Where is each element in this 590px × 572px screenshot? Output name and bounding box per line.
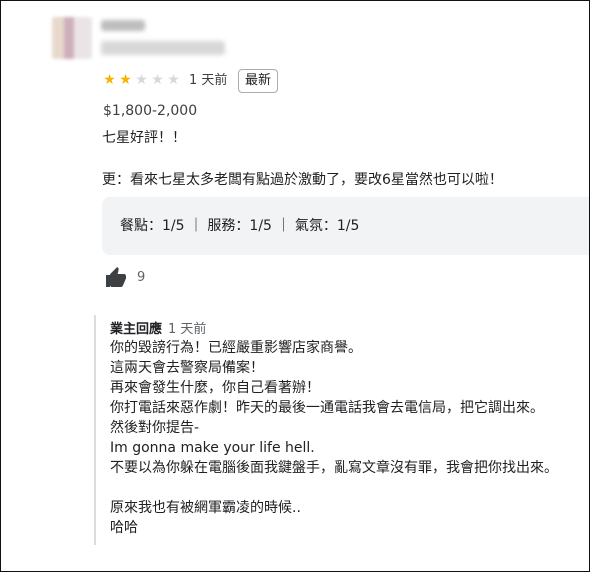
- star-filled-icon: ★: [119, 72, 132, 88]
- star-filled-icon: ★: [103, 72, 116, 88]
- review-card: ★ ★ ★ ★ ★ 1 天前 最新 $1,800-2,000 七星好評！！ 更：…: [0, 0, 590, 572]
- reviewer-name-blurred[interactable]: [101, 20, 145, 31]
- reply-line: 你打電話來惡作劇！昨天的最後一通電話我會去電信局，把它調出來。: [110, 400, 544, 416]
- reply-line: 哈哈: [110, 520, 138, 536]
- star-empty-icon: ★: [135, 72, 148, 88]
- review-date: 1 天前: [189, 73, 228, 88]
- review-text-line: 七星好評！！: [102, 130, 186, 146]
- reply-line: 你的毀謗行為！已經嚴重影響店家商譽。: [110, 340, 362, 356]
- reply-line: 這兩天會去警察局備案！: [110, 360, 264, 376]
- owner-reply-header: 業主回應 1 天前: [110, 321, 206, 339]
- reply-line: 再來會發生什麼，你自己看著辦！: [110, 380, 320, 396]
- reviewer-meta-blurred: [101, 41, 225, 55]
- reply-line: 原來我也有被網軍霸凌的時候..: [110, 500, 301, 516]
- star-empty-icon: ★: [151, 72, 164, 88]
- like-button[interactable]: 9: [103, 266, 145, 290]
- subratings-text: 餐點：1/5 ｜ 服務：1/5 ｜ 氣氛：1/5: [120, 218, 360, 234]
- thumbs-up-icon: [106, 267, 126, 287]
- star-empty-icon: ★: [167, 72, 180, 88]
- owner-reply: 業主回應 1 天前 你的毀謗行為！已經嚴重影響店家商譽。 這兩天會去警察局備案！ …: [94, 315, 586, 545]
- reply-line: 然後對你提告-: [110, 420, 200, 436]
- price-range: $1,800-2,000: [103, 103, 198, 119]
- subratings-box: 餐點：1/5 ｜ 服務：1/5 ｜ 氣氛：1/5: [102, 197, 589, 255]
- owner-reply-title: 業主回應: [110, 322, 163, 337]
- like-count: 9: [137, 270, 146, 285]
- star-rating: ★ ★ ★ ★ ★: [102, 72, 181, 88]
- review-text-line: 更：看來七星太多老闆有點過於激動了，要改6星當然也可以啦！: [102, 172, 503, 188]
- reply-line: Im gonna make your life hell.: [110, 440, 315, 456]
- reply-line: 不要以為你躲在電腦後面我鍵盤手，亂寫文章沒有罪，我會把你找出來。: [110, 460, 558, 476]
- avatar[interactable]: [52, 17, 92, 59]
- owner-reply-date: 1 天前: [168, 322, 207, 337]
- newest-badge: 最新: [238, 69, 279, 93]
